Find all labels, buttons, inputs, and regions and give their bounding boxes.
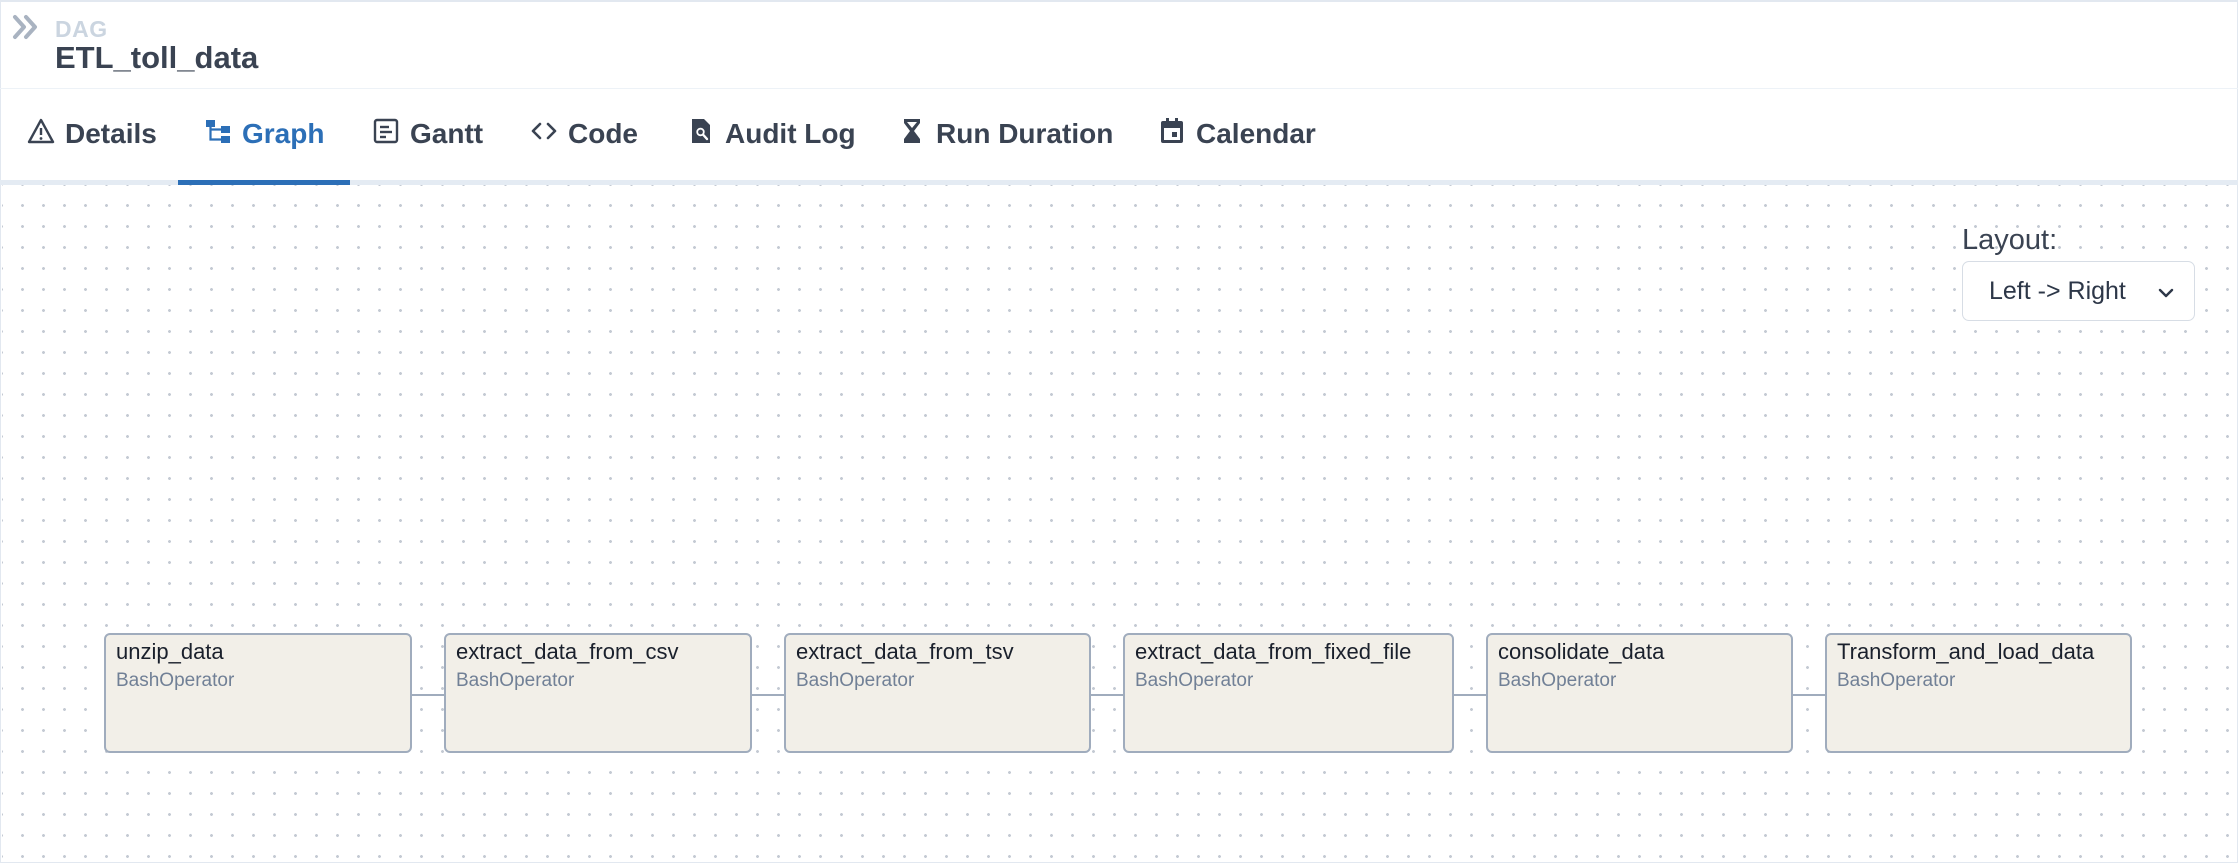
tab-graph-label: Graph	[242, 118, 325, 149]
task-operator: BashOperator	[116, 670, 235, 691]
tab-audit-log[interactable]: Audit Log	[687, 88, 856, 180]
tab-audit-log-label: Audit Log	[725, 118, 856, 149]
graph-canvas[interactable]	[2, 185, 2234, 862]
tab-code[interactable]: Code	[530, 88, 638, 180]
tab-code-label: Code	[568, 118, 638, 149]
chevron-double-right-icon[interactable]	[12, 14, 40, 40]
tab-calendar[interactable]: Calendar	[1158, 88, 1316, 180]
code-brackets-icon	[530, 117, 558, 152]
task-id: consolidate_data	[1498, 639, 1665, 664]
task-node-extract-data-from-tsv[interactable]: extract_data_from_tsv BashOperator	[784, 633, 1091, 753]
graph-edge	[1452, 694, 1487, 696]
graph-edge	[411, 694, 446, 696]
task-node-unzip-data[interactable]: unzip_data BashOperator	[104, 633, 412, 753]
task-node-transform-and-load-data[interactable]: Transform_and_load_data BashOperator	[1825, 633, 2132, 753]
tab-gantt-label: Gantt	[410, 118, 484, 149]
graph-edge	[1791, 694, 1826, 696]
task-operator: BashOperator	[456, 670, 575, 691]
tab-calendar-label: Calendar	[1196, 118, 1316, 149]
tab-run-duration[interactable]: Run Duration	[898, 88, 1113, 180]
gantt-doc-icon	[372, 117, 400, 152]
tab-details[interactable]: Details	[27, 88, 157, 180]
calendar-icon	[1158, 117, 1186, 152]
tab-details-label: Details	[65, 118, 157, 149]
task-node-extract-data-from-csv[interactable]: extract_data_from_csv BashOperator	[444, 633, 752, 753]
chevron-down-icon	[2156, 281, 2176, 301]
tab-run-duration-label: Run Duration	[936, 118, 1114, 149]
task-node-extract-data-from-fixed-file[interactable]: extract_data_from_fixed_file BashOperato…	[1123, 633, 1454, 753]
task-operator: BashOperator	[1837, 670, 1956, 691]
task-node-consolidate-data[interactable]: consolidate_data BashOperator	[1486, 633, 1793, 753]
hourglass-icon	[898, 117, 926, 152]
dag-label: DAG	[55, 16, 108, 42]
task-operator: BashOperator	[1498, 670, 1617, 691]
task-operator: BashOperator	[796, 670, 915, 691]
layout-label: Layout:	[1962, 224, 2058, 256]
graph-edge	[1089, 694, 1124, 696]
layout-select-value: Left -> Right	[1989, 276, 2126, 305]
tab-bar: Details Graph Gantt Code Audit Log Run D…	[0, 88, 2238, 185]
task-id: extract_data_from_tsv	[796, 639, 1014, 664]
tab-gantt[interactable]: Gantt	[372, 88, 483, 180]
task-id: extract_data_from_csv	[456, 639, 679, 664]
warning-triangle-icon	[27, 117, 55, 152]
graph-tree-icon	[204, 117, 232, 152]
audit-search-doc-icon	[687, 117, 715, 152]
task-operator: BashOperator	[1135, 670, 1254, 691]
tab-graph[interactable]: Graph	[177, 88, 352, 185]
dag-title: ETL_toll_data	[55, 40, 259, 75]
task-id: Transform_and_load_data	[1837, 639, 2095, 664]
layout-select[interactable]: Left -> Right	[1962, 261, 2195, 321]
task-id: extract_data_from_fixed_file	[1135, 639, 1412, 664]
task-id: unzip_data	[116, 639, 224, 664]
graph-edge	[750, 694, 785, 696]
dag-header: DAG ETL_toll_data	[0, 0, 2238, 89]
